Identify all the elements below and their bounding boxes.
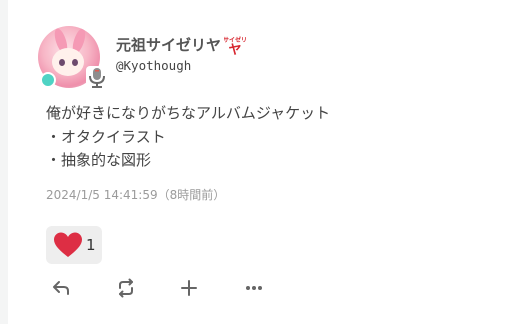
note-text-line: 俺が好きになりがちなアルバムジャケット [46, 104, 331, 122]
note-text-line: ・抽象的な図形 [46, 151, 152, 169]
note-text: 俺が好きになりがちなアルバムジャケット ・オタクイラスト ・抽象的な図形 [46, 102, 330, 173]
user-handle[interactable]: @Kyothough [116, 58, 191, 73]
display-name[interactable]: 元祖サイゼリヤ [116, 34, 221, 55]
reply-icon[interactable] [49, 276, 75, 300]
note-timestamp[interactable]: 2024/1/5 14:41:59（8時間前） [46, 186, 225, 203]
heart-icon [53, 231, 83, 259]
renote-icon[interactable] [113, 276, 139, 300]
saizeriya-emoji-icon: サイゼリ ヤ [223, 35, 247, 58]
reaction-button[interactable]: 1 [46, 226, 102, 264]
online-status-dot [40, 72, 56, 88]
reaction-count: 1 [86, 236, 96, 254]
note-text-line: ・オタクイラスト [46, 127, 166, 146]
microphone-icon [86, 66, 108, 90]
more-icon[interactable] [241, 276, 267, 300]
note-actions [8, 276, 522, 302]
add-reaction-icon[interactable] [176, 276, 202, 300]
note-card: 元祖サイゼリヤ サイゼリ ヤ @Kyothough 俺が好きになりがちなアルバム… [8, 0, 522, 324]
avatar[interactable] [38, 26, 108, 94]
svg-text:ヤ: ヤ [229, 43, 242, 55]
